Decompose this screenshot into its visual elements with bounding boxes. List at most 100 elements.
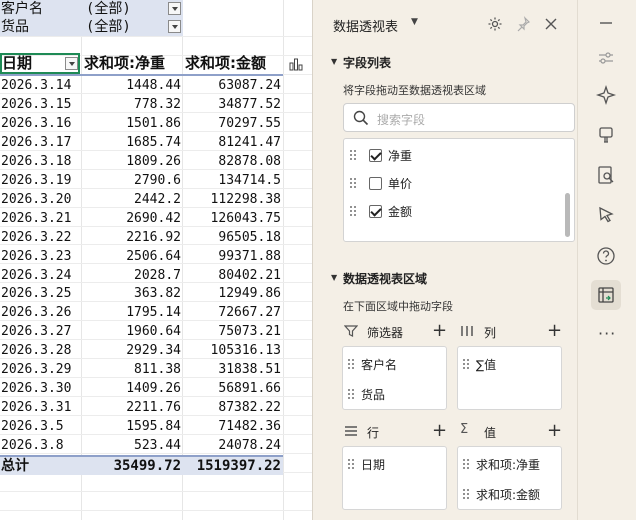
spreadsheet-grid[interactable]: 客户名 (全部) 货品 (全部) 日期 求和项:净重 求和项:金额 2026.3… <box>0 0 312 520</box>
sliders-icon[interactable] <box>595 47 617 69</box>
cell-amount: 34877.52 <box>218 96 281 112</box>
table-row: 2026.3.23 2506.64 99371.88 <box>0 248 283 266</box>
zone-item-label: ∑值 <box>476 358 497 372</box>
cell-amount: 81241.47 <box>218 134 281 150</box>
rows-drop-zone[interactable]: 日期 <box>342 446 447 510</box>
field-item-amount[interactable]: 金额 <box>344 199 554 225</box>
cell-date: 2026.3.25 <box>1 286 72 302</box>
cell-date: 2026.3.15 <box>1 96 72 112</box>
columns-drop-zone[interactable]: ∑值 <box>457 346 562 410</box>
cell-date: 2026.3.16 <box>1 115 72 131</box>
filter-dropdown-button[interactable] <box>168 20 181 33</box>
cell-date: 2026.3.8 <box>1 438 64 454</box>
cell-date: 2026.3.23 <box>1 248 72 264</box>
drag-handle-icon[interactable] <box>348 358 354 370</box>
search-doc-icon[interactable] <box>595 164 617 186</box>
pointer-icon[interactable] <box>595 204 617 226</box>
zone-item[interactable]: ∑值 <box>458 353 561 375</box>
help-icon[interactable] <box>595 245 617 267</box>
minimize-icon[interactable] <box>595 12 617 34</box>
filter-label: 货品 <box>1 19 29 35</box>
zone-item-label: 求和项:净重 <box>476 458 541 472</box>
search-placeholder: 搜索字段 <box>377 113 426 127</box>
zone-item[interactable]: 客户名 <box>343 353 446 375</box>
cell-weight: 778.32 <box>134 96 181 112</box>
drag-handle-icon[interactable] <box>350 149 356 161</box>
zone-item[interactable]: 日期 <box>343 453 446 475</box>
cell-weight: 2211.76 <box>126 400 181 416</box>
field-item-unit-price[interactable]: 单价 <box>344 171 554 197</box>
areas-title: 数据透视表区域 <box>343 272 428 286</box>
cell-amount: 70297.55 <box>218 115 281 131</box>
collapse-caret-icon[interactable]: ▼ <box>331 57 337 66</box>
pivot-table-icon <box>598 287 614 303</box>
zone-item[interactable]: 求和项:金额 <box>458 483 561 505</box>
table-row: 2026.3.16 1501.86 70297.55 <box>0 115 283 133</box>
field-label: 净重 <box>388 149 413 163</box>
close-icon[interactable] <box>543 16 559 32</box>
cell-weight: 2028.7 <box>134 267 181 283</box>
cell-weight: 811.38 <box>134 362 181 378</box>
zone-item-label: 日期 <box>361 458 386 472</box>
cell-amount: 134714.5 <box>218 172 281 188</box>
drag-handle-icon[interactable] <box>350 205 356 217</box>
pivot-table-button[interactable] <box>591 280 621 310</box>
cell-date: 2026.3.26 <box>1 305 72 321</box>
field-search-input[interactable]: 搜索字段 <box>343 103 575 132</box>
add-column-button[interactable]: + <box>547 322 562 340</box>
format-brush-icon[interactable] <box>595 125 617 147</box>
filter-row-customer: 客户名 (全部) <box>0 0 183 18</box>
settings-icon[interactable] <box>487 16 503 32</box>
filters-drop-zone[interactable]: 客户名 货品 <box>342 346 447 410</box>
zone-item[interactable]: 求和项:净重 <box>458 453 561 475</box>
cell-amount: 126043.75 <box>210 210 281 226</box>
cell-date: 2026.3.14 <box>1 78 72 93</box>
drag-handle-icon[interactable] <box>348 388 354 400</box>
columns-icon <box>461 326 473 336</box>
field-checkbox[interactable] <box>369 149 382 162</box>
field-checkbox[interactable] <box>369 177 382 190</box>
drag-handle-icon[interactable] <box>463 488 469 500</box>
add-value-button[interactable]: + <box>547 422 562 440</box>
cell-weight: 1809.26 <box>126 153 181 169</box>
cell-date: 2026.3.29 <box>1 362 72 378</box>
cell-amount: 63087.24 <box>218 78 281 93</box>
title-dropdown-icon[interactable]: ▼ <box>411 17 418 27</box>
drag-handle-icon[interactable] <box>463 358 469 370</box>
cell-weight: 2442.2 <box>134 191 181 207</box>
drag-handle-icon[interactable] <box>348 458 354 470</box>
zone-item[interactable]: 货品 <box>343 383 446 405</box>
add-filter-button[interactable]: + <box>432 322 447 340</box>
total-amount: 1519397.22 <box>196 458 281 474</box>
field-label: 单价 <box>388 177 413 191</box>
sigma-icon: Σ <box>460 422 469 437</box>
field-checkbox[interactable] <box>369 205 382 218</box>
field-list-title: 字段列表 <box>343 56 392 70</box>
drag-handle-icon[interactable] <box>350 177 356 189</box>
cell-amount: 105316.13 <box>210 343 281 359</box>
table-row: 2026.3.19 2790.6 134714.5 <box>0 172 283 190</box>
zone-item-label: 客户名 <box>361 358 398 372</box>
panel-title[interactable]: 数据透视表 <box>333 16 398 35</box>
sparkle-icon[interactable] <box>595 84 617 106</box>
selected-cell[interactable] <box>0 53 80 74</box>
add-row-button[interactable]: + <box>432 422 447 440</box>
cell-weight: 2690.42 <box>126 210 181 226</box>
filter-value: (全部) <box>86 1 131 17</box>
collapse-caret-icon[interactable]: ▼ <box>331 273 337 282</box>
values-drop-zone[interactable]: 求和项:净重 求和项:金额 <box>457 446 562 510</box>
filter-row-product: 货品 (全部) <box>0 18 183 36</box>
more-icon[interactable]: ··· <box>598 324 616 343</box>
field-item-net-weight[interactable]: 净重 <box>344 143 554 169</box>
drag-handle-icon[interactable] <box>463 458 469 470</box>
cell-weight: 1448.44 <box>126 78 181 93</box>
total-weight: 35499.72 <box>113 458 181 474</box>
pin-icon[interactable] <box>515 16 531 32</box>
grand-total-row: 总计 35499.72 1519397.22 <box>0 455 283 475</box>
field-list-scrollbar[interactable] <box>565 193 570 237</box>
chart-icon[interactable] <box>289 57 303 71</box>
cell-amount: 56891.66 <box>218 381 281 397</box>
filter-dropdown-button[interactable] <box>168 2 181 15</box>
cell-weight: 1501.86 <box>126 115 181 131</box>
table-row: 2026.3.22 2216.92 96505.18 <box>0 229 283 247</box>
